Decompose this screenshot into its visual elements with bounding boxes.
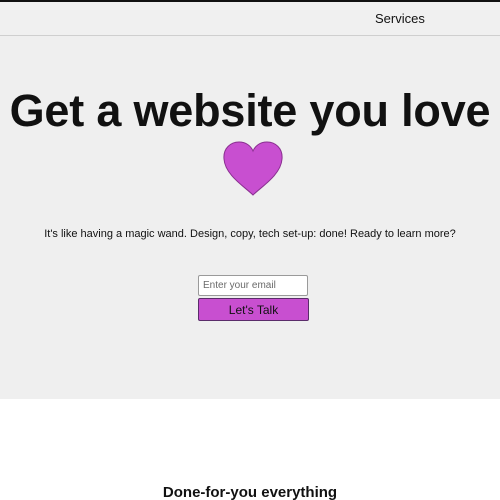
nav-link-services[interactable]: Services	[375, 11, 425, 27]
hero-title: Get a website you love	[9, 85, 491, 136]
page: Services Get a website you love It's lik…	[0, 0, 500, 500]
hero-section: Get a website you love It's like having …	[0, 36, 500, 399]
section-title: Done-for-you everything	[162, 484, 338, 500]
hero-subtitle: It's like having a magic wand. Design, c…	[44, 228, 456, 240]
heart-icon	[223, 141, 283, 196]
lets-talk-button[interactable]: Let's Talk	[198, 298, 309, 321]
top-nav: Services	[0, 2, 500, 36]
email-input[interactable]	[198, 275, 308, 296]
